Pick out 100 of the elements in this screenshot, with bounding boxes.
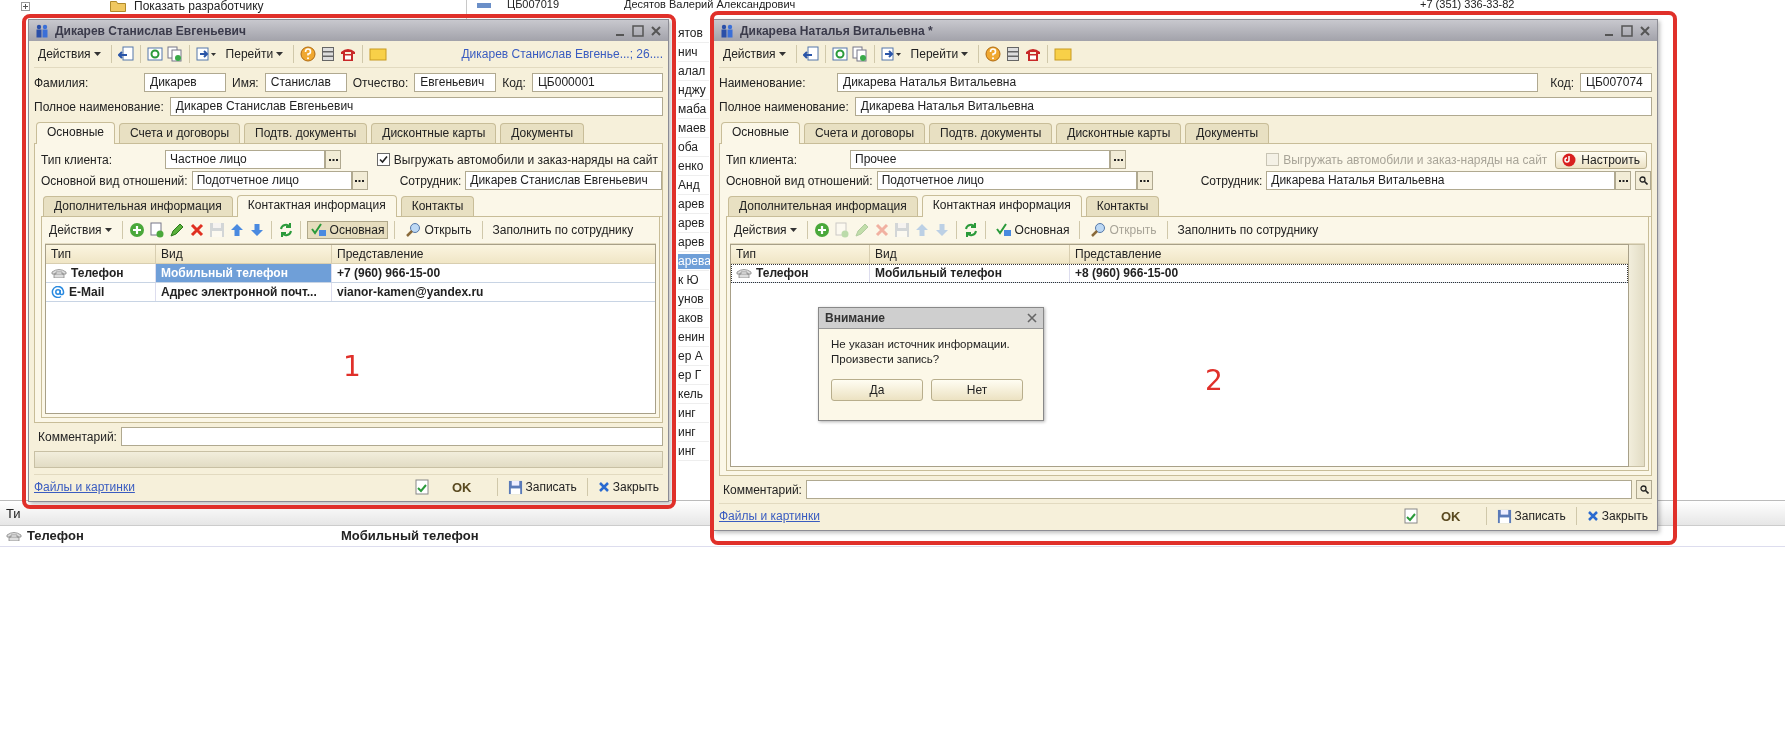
dialog-button[interactable]: Да: [831, 379, 923, 401]
refresh-icon[interactable]: [962, 222, 979, 238]
search-button[interactable]: [1636, 480, 1652, 499]
table-cell[interactable]: E-Mail: [46, 283, 156, 301]
choose-button[interactable]: [1110, 150, 1126, 169]
list-cell[interactable]: аков: [678, 310, 704, 326]
text-field[interactable]: ЦБ007074: [1580, 73, 1652, 92]
select-field[interactable]: Подотчетное лицо: [191, 171, 352, 190]
column-header[interactable]: Тип: [731, 245, 870, 263]
list-cell[interactable]: нджу: [678, 82, 706, 98]
select-field[interactable]: Дикарева Наталья Витальевна: [1266, 171, 1615, 190]
document-check-icon[interactable]: [415, 479, 429, 495]
tab[interactable]: Основные: [721, 122, 800, 144]
tab[interactable]: Документы: [1185, 123, 1270, 143]
actions-menu[interactable]: Действия: [730, 221, 801, 239]
list-cell[interactable]: к Ю: [678, 272, 699, 288]
column-header[interactable]: Тип: [46, 245, 156, 263]
list-cell[interactable]: инг: [678, 443, 696, 459]
table-cell[interactable]: Мобильный телефон: [870, 264, 1070, 282]
primary-button[interactable]: Основная: [306, 221, 389, 239]
select-field[interactable]: Дикарев Станислав Евгеньевич: [465, 171, 662, 190]
vertical-scrollbar[interactable]: [1629, 244, 1645, 467]
list-cell[interactable]: енин: [678, 329, 705, 345]
add-icon[interactable]: [128, 222, 145, 238]
maximize-icon[interactable]: [632, 24, 644, 37]
list-cell[interactable]: кель: [678, 386, 703, 402]
document-arrow-icon[interactable]: [117, 46, 134, 62]
checkbox-label[interactable]: Выгружать автомобили и заказ-наряды на сайт: [393, 152, 658, 167]
table-cell[interactable]: Телефон: [731, 264, 870, 282]
list-cell[interactable]: инг: [678, 424, 696, 440]
goto-menu[interactable]: Перейти: [906, 45, 973, 63]
help-icon[interactable]: [985, 46, 1002, 62]
expand-icon[interactable]: [21, 1, 30, 11]
list-cell[interactable]: инг: [678, 405, 696, 421]
search-button[interactable]: [1635, 171, 1651, 190]
select-field[interactable]: Прочее: [850, 150, 1110, 169]
choose-button[interactable]: [1615, 171, 1631, 190]
tab[interactable]: Дисконтные карты: [1056, 123, 1182, 143]
tab[interactable]: Контакты: [1085, 196, 1160, 216]
help-icon[interactable]: [300, 46, 317, 62]
dialog-button[interactable]: Нет: [931, 379, 1023, 401]
list-cell[interactable]: алал: [678, 63, 706, 79]
tab[interactable]: Дополнительная информация: [43, 196, 233, 216]
column-header[interactable]: Ти: [6, 505, 21, 521]
copy-document-icon[interactable]: [166, 46, 183, 62]
actions-menu[interactable]: Действия: [719, 45, 790, 63]
list-cell[interactable]: арев: [678, 234, 705, 250]
pencil-icon[interactable]: [168, 222, 185, 238]
close-button[interactable]: Закрыть: [1582, 507, 1652, 525]
refresh-document-icon[interactable]: [831, 46, 848, 62]
comment-field[interactable]: [120, 427, 663, 446]
column-header[interactable]: Представление: [1070, 245, 1628, 263]
text-field[interactable]: ЦБ000001: [531, 73, 663, 92]
close-icon[interactable]: [650, 24, 662, 37]
table-cell[interactable]: +8 (960) 966-15-00: [1070, 264, 1628, 282]
text-field[interactable]: Дикарев: [144, 73, 226, 92]
table-cell[interactable]: Адрес электронной почт...: [156, 283, 332, 301]
list-cell[interactable]: енко: [678, 158, 704, 174]
tab[interactable]: Основные: [36, 122, 115, 144]
tab[interactable]: Счета и договоры: [118, 123, 241, 143]
setup-button[interactable]: Настроить: [1555, 150, 1647, 169]
list-icon[interactable]: [320, 46, 337, 62]
tab[interactable]: Контакты: [400, 196, 475, 216]
primary-button[interactable]: Основная: [991, 221, 1074, 239]
refresh-icon[interactable]: [277, 222, 294, 238]
header-link[interactable]: Дикарев Станислав Евгенье...; 26....: [461, 47, 663, 61]
list-cell[interactable]: маев: [678, 120, 706, 136]
text-field[interactable]: Дикарева Наталья Витальевна: [854, 97, 1652, 116]
list-cell[interactable]: арев: [678, 215, 705, 231]
select-field[interactable]: Подотчетное лицо: [876, 171, 1137, 190]
tab[interactable]: Дополнительная информация: [728, 196, 918, 216]
list-cell[interactable]: ер Г: [678, 367, 702, 383]
ok-button[interactable]: OK: [433, 477, 491, 497]
save-button[interactable]: Записать: [503, 477, 581, 497]
text-field[interactable]: Станислав: [264, 73, 347, 92]
text-field[interactable]: Дикарев Станислав Евгеньевич: [169, 97, 663, 116]
column-header[interactable]: Вид: [156, 245, 332, 263]
document-check-icon[interactable]: [1404, 508, 1418, 524]
add-icon[interactable]: [813, 222, 830, 238]
delete-icon[interactable]: [188, 222, 205, 238]
select-field[interactable]: Частное лицо: [165, 150, 325, 169]
maximize-icon[interactable]: [1621, 24, 1633, 37]
close-button[interactable]: Закрыть: [593, 478, 663, 496]
document-arrow-icon[interactable]: [802, 46, 819, 62]
table-cell[interactable]: vianor-kamen@yandex.ru: [332, 283, 655, 301]
checkbox[interactable]: [376, 153, 390, 166]
files-link[interactable]: Файлы и картинки: [34, 480, 135, 494]
tab[interactable]: Документы: [500, 123, 585, 143]
telephone-icon[interactable]: [340, 46, 357, 62]
list-cell[interactable]: унов: [678, 291, 704, 307]
column-header[interactable]: Представление: [332, 245, 655, 263]
table-cell[interactable]: +7 (960) 966-15-00: [332, 264, 655, 282]
comment-field[interactable]: [805, 480, 1632, 499]
actions-menu[interactable]: Действия: [34, 45, 105, 63]
list-cell[interactable]: Анд: [678, 177, 700, 193]
text-field[interactable]: Дикарева Наталья Витальевна: [837, 73, 1539, 92]
close-icon[interactable]: [1639, 24, 1651, 37]
tab[interactable]: Дисконтные карты: [371, 123, 497, 143]
choose-button[interactable]: [325, 150, 341, 169]
open-button[interactable]: Открыть: [401, 220, 476, 240]
